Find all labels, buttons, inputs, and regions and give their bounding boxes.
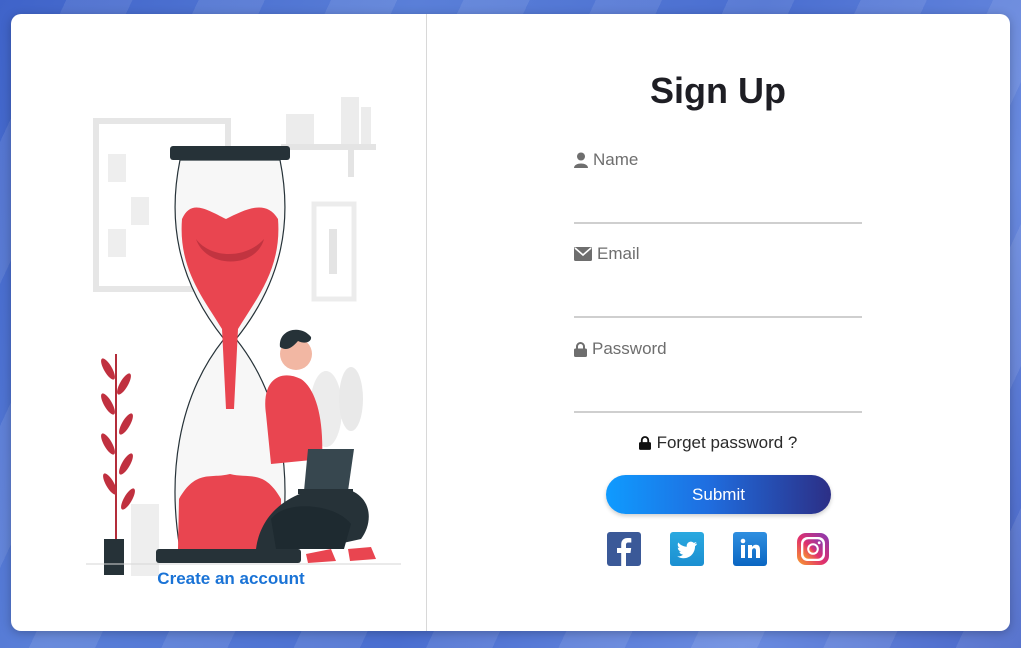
name-label-text: Name [593,150,639,169]
email-label: Email [574,244,862,264]
password-field: Password [574,339,862,413]
name-label: Name [574,150,862,170]
submit-button[interactable]: Submit [606,475,831,514]
name-input[interactable] [574,184,862,224]
linkedin-icon[interactable] [733,532,767,566]
password-label: Password [574,339,862,359]
twitter-icon[interactable] [670,532,704,566]
forgot-password-text: Forget password ? [656,433,798,452]
facebook-icon[interactable] [607,532,641,566]
password-label-text: Password [592,339,667,358]
instagram-icon[interactable] [796,532,830,566]
hourglass-illustration [86,97,401,576]
email-label-text: Email [597,244,640,263]
email-input[interactable] [574,278,862,318]
forgot-password-link[interactable]: Forget password ? [426,433,1010,453]
email-field: Email [574,244,862,318]
user-icon [574,152,588,168]
create-account-link[interactable]: Create an account [101,569,361,589]
signup-card: Create an account Sign Up Name Email Pas… [11,14,1010,631]
page-title: Sign Up [650,70,786,111]
lock-icon [638,436,651,450]
envelope-icon [574,247,592,261]
name-field: Name [574,150,862,224]
password-input[interactable] [574,373,862,413]
social-links [607,532,830,566]
lock-icon [574,341,587,357]
